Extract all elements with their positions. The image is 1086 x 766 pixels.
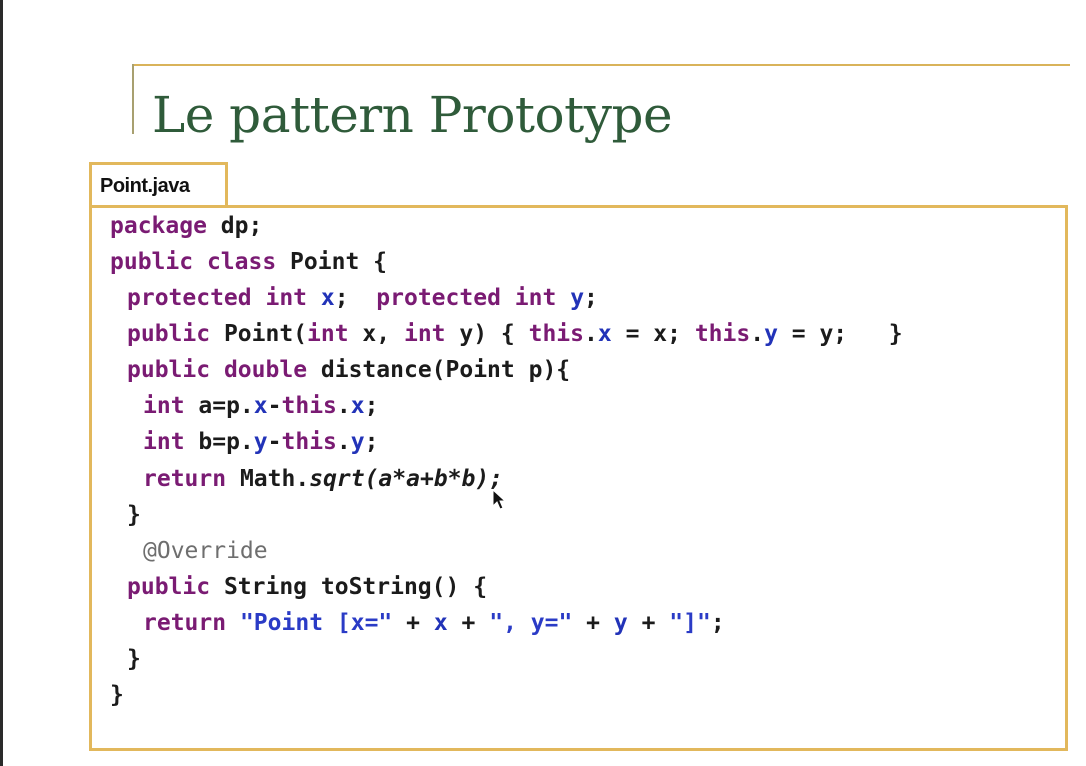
window-edge <box>0 0 3 766</box>
slide-title: Le pattern Prototype <box>152 86 673 144</box>
code-line-close-distance: } <box>127 502 141 528</box>
code-line-close-tostring: } <box>127 646 141 672</box>
title-top-rule <box>132 64 1070 66</box>
code-line-close-class: } <box>110 682 124 708</box>
mouse-pointer-icon <box>492 489 506 510</box>
file-tab: Point.java <box>89 162 228 207</box>
code-line-class-decl: public class Point { <box>110 249 387 275</box>
code-line-int-a: int a=p.x-this.x; <box>143 393 379 419</box>
title-left-rule <box>132 64 134 134</box>
code-line-distance-decl: public double distance(Point p){ <box>127 357 571 383</box>
code-line-return-string: return "Point [x=" + x + ", y=" + y + "]… <box>143 610 725 636</box>
code-line-package: package dp; <box>110 213 263 239</box>
code-line-override-annotation: @Override <box>143 538 268 564</box>
code-line-constructor: public Point(int x, int y) { this.x = x;… <box>127 321 903 347</box>
code-line-int-b: int b=p.y-this.y; <box>143 429 379 455</box>
file-tab-label: Point.java <box>100 175 190 197</box>
code-panel: package dp; public class Point { protect… <box>89 205 1068 751</box>
code-line-tostring-decl: public String toString() { <box>127 574 488 600</box>
code-line-return-sqrt: return Math.sqrt(a*a+b*b); <box>143 466 504 492</box>
code-line-fields: protected int x; protected int y; <box>127 285 598 311</box>
